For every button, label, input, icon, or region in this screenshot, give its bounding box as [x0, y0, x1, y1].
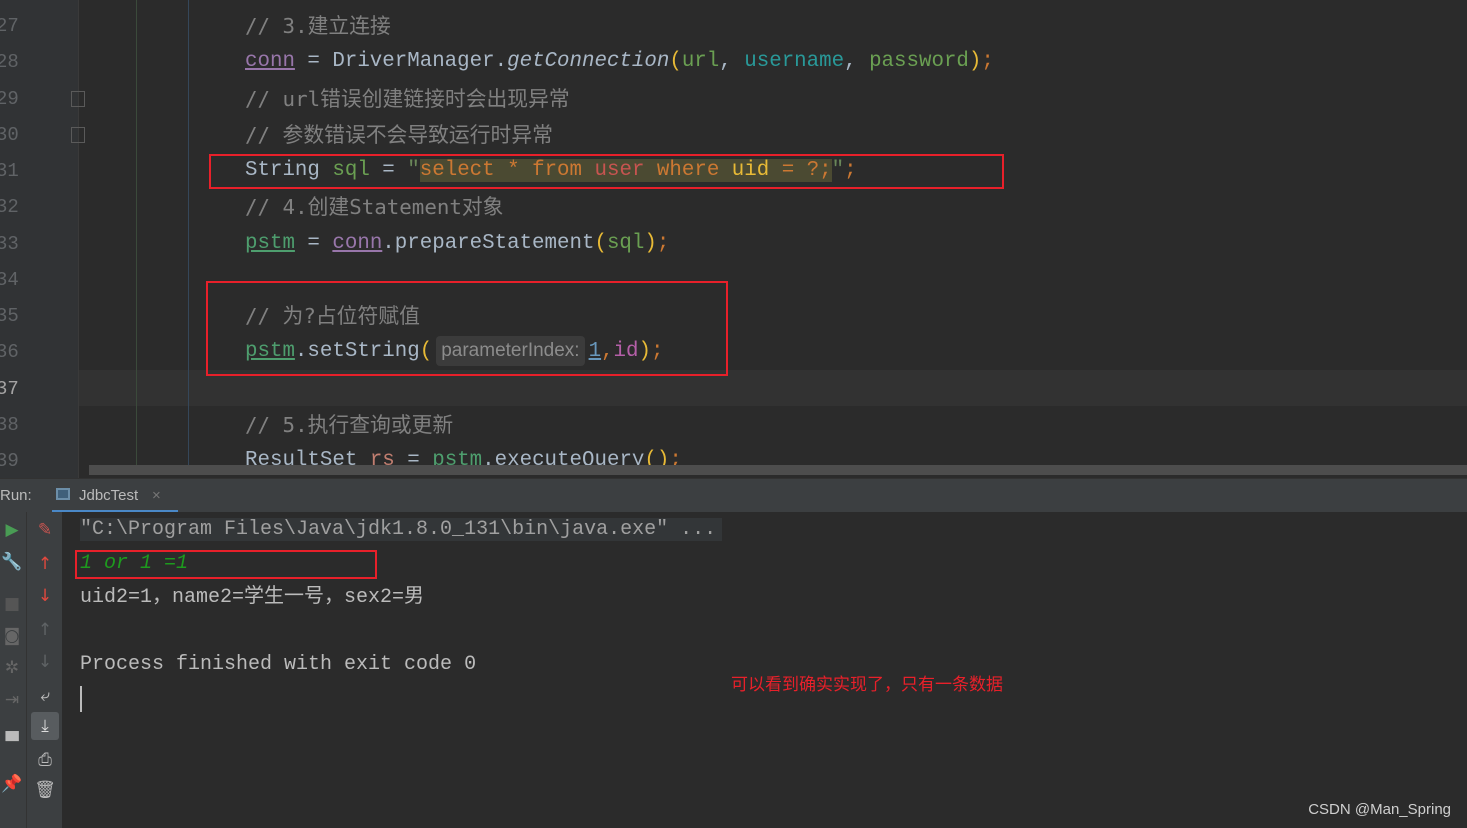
- trash-icon[interactable]: 🗑: [33, 778, 57, 802]
- code-token: password: [869, 50, 969, 74]
- code-token: ,: [719, 50, 745, 74]
- code-line: pstm = conn.prepareStatement(sql);: [245, 226, 669, 262]
- annotation-text: 可以看到确实实现了，只有一条数据: [731, 675, 1003, 695]
- line-number: 34: [0, 268, 19, 291]
- text-cursor: [80, 686, 82, 712]
- fold-end-icon[interactable]: [71, 91, 85, 107]
- tab-label: JdbcTest: [79, 487, 139, 504]
- code-token: // 5.执行查询或更新: [245, 412, 454, 437]
- code-token: // 参数错误不会导致运行时异常: [245, 122, 553, 147]
- run-label: Run:: [0, 487, 32, 504]
- code-line: // 3.建立连接: [245, 8, 391, 44]
- code-token: ): [968, 50, 982, 74]
- edit-config-icon[interactable]: ✎: [33, 518, 57, 542]
- rerun-icon[interactable]: ▶: [0, 518, 24, 542]
- login-icon[interactable]: ⇥: [0, 688, 24, 712]
- print-icon[interactable]: ⎙: [33, 748, 57, 772]
- console-result: uid2=1，name2=学生一号，sex2=男: [80, 586, 425, 609]
- pin-icon[interactable]: 📌: [0, 772, 24, 796]
- highlight-box-setstring: [206, 281, 728, 376]
- line-number: 35: [0, 305, 19, 327]
- code-token: conn: [332, 231, 383, 255]
- run-tool-window-header: Run: JdbcTest ×: [0, 478, 1467, 513]
- code-token: // 4.创建Statement对象: [245, 195, 504, 220]
- console-icon: [56, 488, 70, 500]
- indent-guide: [188, 0, 189, 470]
- command-text: "C:\Program Files\Java\jdk1.8.0_131\bin\…: [80, 518, 723, 541]
- code-token: // 3.建立连接: [245, 14, 391, 38]
- line-number: 30: [0, 123, 19, 146]
- camera-icon[interactable]: ◙: [0, 624, 24, 648]
- wrench-icon[interactable]: 🔧: [0, 550, 24, 574]
- horizontal-scrollbar[interactable]: [89, 465, 1467, 475]
- gutter-divider: [78, 0, 79, 478]
- up-arrow-icon[interactable]: ↑: [33, 552, 57, 576]
- line-number: 33: [0, 232, 19, 255]
- code-token: ): [644, 231, 657, 255]
- code-token: url: [681, 50, 720, 74]
- line-number: 27: [0, 15, 19, 37]
- down-arrow-icon[interactable]: ↓: [33, 584, 57, 608]
- code-token: (: [594, 231, 607, 255]
- code-line: conn = DriverManager.getConnection(url, …: [245, 44, 994, 80]
- fold-start-icon[interactable]: [71, 127, 85, 143]
- code-token: pstm: [245, 231, 295, 255]
- prev-icon[interactable]: ↑: [33, 618, 57, 642]
- soft-wrap-icon[interactable]: ⤶: [33, 684, 57, 708]
- scroll-to-end-icon[interactable]: ⤓: [31, 712, 59, 740]
- line-number: 29: [0, 87, 19, 110]
- run-toolbar-left: ▶ 🔧 ■ ◙ ✲ ⇥ ▀ 📌: [0, 512, 26, 828]
- close-icon[interactable]: ×: [152, 487, 161, 504]
- indent-guide: [136, 0, 137, 470]
- code-line: // 参数错误不会导致运行时异常: [245, 117, 553, 153]
- code-token: =: [294, 231, 333, 255]
- line-number: 37: [0, 377, 19, 400]
- code-token: .prepareStatement: [382, 231, 595, 255]
- tab-jdbctest[interactable]: JdbcTest ×: [52, 479, 178, 513]
- stop-icon[interactable]: ■: [0, 592, 24, 616]
- console-exit-message: Process finished with exit code 0: [80, 653, 477, 676]
- code-token: sql: [606, 231, 645, 255]
- code-token: ;: [656, 231, 670, 255]
- code-editor[interactable]: 27 28 29 30 31 32 33 34 35 36 37 38 39 // 3.建立连接 conn …: [0, 0, 1467, 478]
- line-number: 39: [0, 450, 19, 472]
- console-command-line: "C:\Program Files\Java\jdk1.8.0_131\bin\…: [80, 513, 723, 547]
- highlight-box-input: [75, 550, 377, 579]
- debug-icon[interactable]: ✲: [0, 656, 24, 680]
- code-token: = DriverManager.: [294, 50, 508, 74]
- line-number: 38: [0, 413, 19, 436]
- line-number: 36: [0, 341, 19, 364]
- line-number: 32: [0, 196, 19, 219]
- code-token: // url错误创建链接时会出现异常: [245, 86, 570, 111]
- layout-icon[interactable]: ▀: [0, 730, 24, 754]
- code-token: username: [744, 50, 845, 74]
- code-line: // 5.执行查询或更新: [245, 407, 453, 443]
- line-number: 31: [0, 160, 19, 182]
- run-toolbar-right: ✎ ↑ ↓ ↑ ↓ ⤶ ⤓ ⎙ 🗑: [26, 512, 63, 828]
- code-line: // 4.创建Statement对象: [245, 189, 503, 225]
- code-token: getConnection: [507, 50, 670, 74]
- code-token: ;: [981, 50, 994, 74]
- code-token: ,: [844, 50, 870, 74]
- watermark: CSDN @Man_Spring: [1308, 801, 1451, 818]
- next-icon[interactable]: ↓: [33, 650, 57, 674]
- code-line: // url错误创建链接时会出现异常: [245, 81, 570, 117]
- code-token: (: [669, 50, 682, 74]
- line-number: 28: [0, 51, 19, 74]
- code-token: conn: [245, 50, 295, 74]
- highlight-box-sql: [209, 154, 1004, 189]
